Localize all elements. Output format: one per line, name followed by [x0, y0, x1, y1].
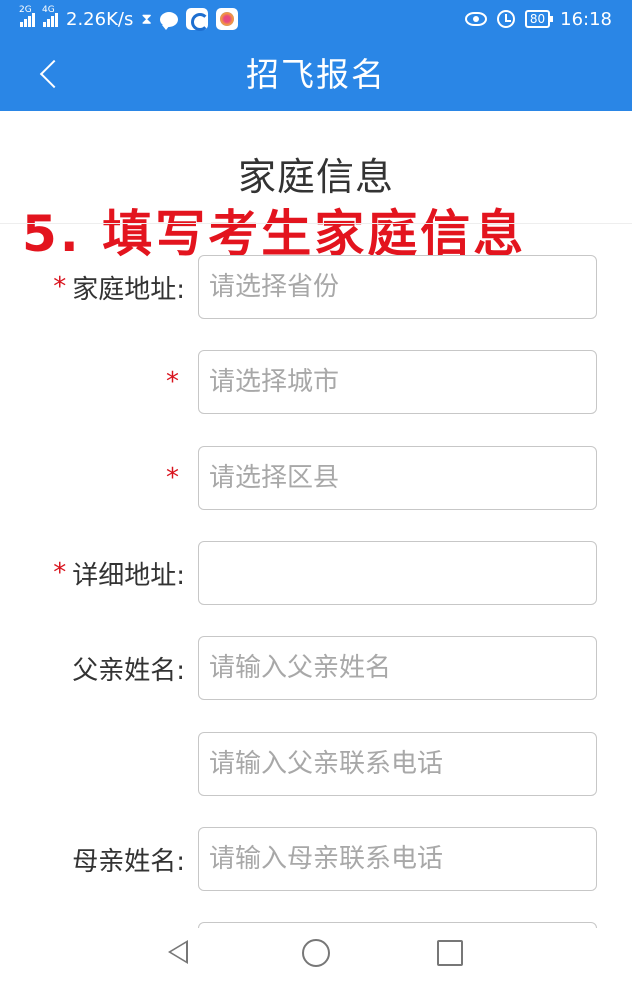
- recent-square-icon[interactable]: [437, 940, 463, 966]
- back-button[interactable]: [22, 48, 78, 100]
- city-label: *: [20, 350, 185, 414]
- signal-2g-label: 2G: [19, 5, 32, 15]
- father-name-label: 父亲姓名:: [20, 636, 185, 700]
- signal-2g-icon: 2G: [19, 5, 35, 27]
- father-phone-label: [20, 732, 185, 796]
- clock: 16:18: [560, 8, 612, 30]
- battery-level: 80: [529, 12, 546, 26]
- eye-icon: [464, 12, 487, 26]
- district-select[interactable]: [198, 446, 597, 510]
- app-icon: [185, 8, 209, 31]
- battery-icon: 80: [524, 10, 554, 28]
- alarm-icon: [496, 10, 515, 28]
- status-left: 2G 4G 2.26K/s ⧗: [19, 5, 238, 32]
- back-triangle-icon[interactable]: [168, 940, 188, 964]
- hourglass-icon: ⧗: [141, 10, 152, 28]
- status-right: 80 16:18: [464, 6, 612, 32]
- signal-4g-icon: 4G: [42, 5, 58, 27]
- city-select[interactable]: [198, 350, 597, 414]
- app-bar: 招飞报名: [0, 38, 632, 111]
- required-mark: *: [166, 463, 179, 493]
- chevron-left-icon: [39, 59, 69, 89]
- status-bar: 2G 4G 2.26K/s ⧗ 80 16:18: [0, 0, 632, 38]
- page-title: 招飞报名: [246, 55, 386, 94]
- system-nav-bar: [0, 928, 632, 984]
- label-text: 父亲姓名:: [72, 655, 185, 686]
- net-speed: 2.26K/s: [66, 8, 134, 30]
- signal-4g-label: 4G: [42, 5, 55, 15]
- app-icon: [215, 8, 238, 30]
- required-mark: *: [166, 367, 179, 397]
- district-label: *: [20, 446, 185, 510]
- detail-address-label: * 详细地址:: [20, 541, 185, 605]
- section-title: 家庭信息: [237, 155, 394, 199]
- home-address-label: * 家庭地址:: [20, 255, 185, 319]
- label-text: 家庭地址:: [72, 274, 185, 305]
- province-select[interactable]: [198, 255, 597, 319]
- required-mark: *: [53, 558, 67, 588]
- mother-name-label: 母亲姓名:: [20, 827, 185, 891]
- divider: [0, 223, 632, 224]
- label-text: 详细地址:: [72, 560, 185, 591]
- father-phone-input[interactable]: [198, 732, 597, 796]
- chat-icon: [159, 11, 178, 30]
- father-name-input[interactable]: [198, 636, 597, 700]
- required-mark: *: [53, 272, 67, 302]
- label-text: 母亲姓名:: [72, 846, 185, 877]
- mother-name-input[interactable]: [198, 827, 597, 891]
- detail-address-input[interactable]: [198, 541, 597, 605]
- home-circle-icon[interactable]: [302, 939, 330, 967]
